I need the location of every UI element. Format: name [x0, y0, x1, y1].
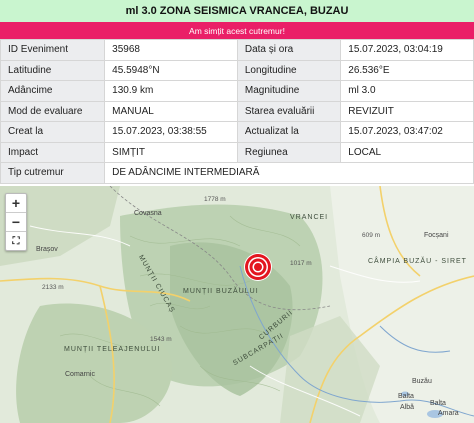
table-row: Latitudine 45.5948°N Longitudine 26.536°… [0, 59, 474, 81]
latitude-label: Latitudine [0, 59, 106, 81]
id-label: ID Eveniment [0, 39, 106, 61]
map-label-comarnic: Comarnic [65, 371, 95, 378]
map-label-campia: CÂMPIA BUZĂU - SIRET [368, 258, 467, 265]
zoom-out-button[interactable]: − [6, 213, 26, 232]
updated-value: 15.07.2023, 03:47:02 [340, 121, 474, 143]
map-terrain [0, 186, 474, 423]
date-value: 15.07.2023, 03:04:19 [340, 39, 474, 61]
map-label-peak-5: 1543 m [150, 336, 172, 343]
zoom-in-button[interactable]: + [6, 194, 26, 213]
date-label: Data și ora [236, 39, 342, 61]
impact-value: SIMȚIT [104, 141, 238, 163]
status-label: Starea evaluării [236, 100, 342, 122]
created-value: 15.07.2023, 03:38:55 [104, 121, 238, 143]
event-info-table: ID Eveniment 35968 Data și ora 15.07.202… [0, 39, 474, 184]
table-row: Tip cutremur DE ADÂNCIME INTERMEDIARĂ [0, 162, 474, 184]
felt-it-label: Am simțit acest cutremur! [189, 25, 285, 36]
table-row: ID Eveniment 35968 Data și ora 15.07.202… [0, 39, 474, 61]
epicenter-marker-icon[interactable] [243, 252, 273, 282]
magnitude-label: Magnitudine [236, 80, 342, 102]
map-label-brasov: Brașov [36, 246, 58, 253]
map-label-balta: Balta [398, 393, 414, 400]
updated-label: Actualizat la [236, 121, 342, 143]
map-label-peak-3: 609 m [362, 232, 381, 239]
latitude-value: 45.5948°N [104, 59, 238, 81]
table-row: Adâncime 130.9 km Magnitudine ml 3.0 [0, 80, 474, 102]
type-label: Tip cutremur [0, 162, 106, 184]
status-value: REVIZUIT [340, 100, 474, 122]
map-label-covasna: Covasna [134, 210, 162, 217]
longitude-label: Longitudine [236, 59, 342, 81]
epicenter-map[interactable]: Covasna Brașov Focșani MUNȚII BUZĂULUI C… [0, 186, 474, 423]
map-label-peak-4: 1017 m [290, 260, 312, 267]
felt-it-button[interactable]: Am simțit acest cutremur! [0, 22, 474, 39]
magnitude-value: ml 3.0 [340, 80, 474, 102]
map-zoom-control: + − ⛶ [5, 193, 27, 251]
mode-value: MANUAL [104, 100, 238, 122]
impact-label: Impact [0, 141, 106, 163]
created-label: Creat la [0, 121, 106, 143]
map-label-teleajen: MUNȚII TELEAJENULUI [64, 346, 161, 353]
map-label-buzau: Buzău [412, 378, 432, 385]
map-label-focsani: Focșani [424, 232, 449, 239]
id-value: 35968 [104, 39, 238, 61]
region-value: LOCAL [340, 141, 474, 163]
map-label-alba: Albă [400, 404, 415, 411]
fullscreen-button[interactable]: ⛶ [6, 232, 26, 250]
depth-value: 130.9 km [104, 80, 238, 102]
event-title-text: ml 3.0 ZONA SEISMICA VRANCEA, BUZAU [125, 5, 349, 17]
map-label-amara: Amara [438, 410, 459, 417]
table-row: Impact SIMȚIT Regiunea LOCAL [0, 141, 474, 163]
type-value: DE ADÂNCIME INTERMEDIARĂ [104, 162, 474, 184]
region-label: Regiunea [236, 141, 342, 163]
map-label-vrancei: VRANCEI [290, 214, 329, 221]
table-row: Mod de evaluare MANUAL Starea evaluării … [0, 100, 474, 122]
map-label-peak-2: 2133 m [42, 284, 64, 291]
map-label-peak-1: 1778 m [204, 196, 226, 203]
longitude-value: 26.536°E [340, 59, 474, 81]
event-title: ml 3.0 ZONA SEISMICA VRANCEA, BUZAU [0, 0, 474, 22]
depth-label: Adâncime [0, 80, 106, 102]
map-label-muntii-buzaului: MUNȚII BUZĂULUI [183, 288, 259, 295]
table-row: Creat la 15.07.2023, 03:38:55 Actualizat… [0, 121, 474, 143]
mode-label: Mod de evaluare [0, 100, 106, 122]
map-label-balta-2: Balta [430, 400, 446, 407]
